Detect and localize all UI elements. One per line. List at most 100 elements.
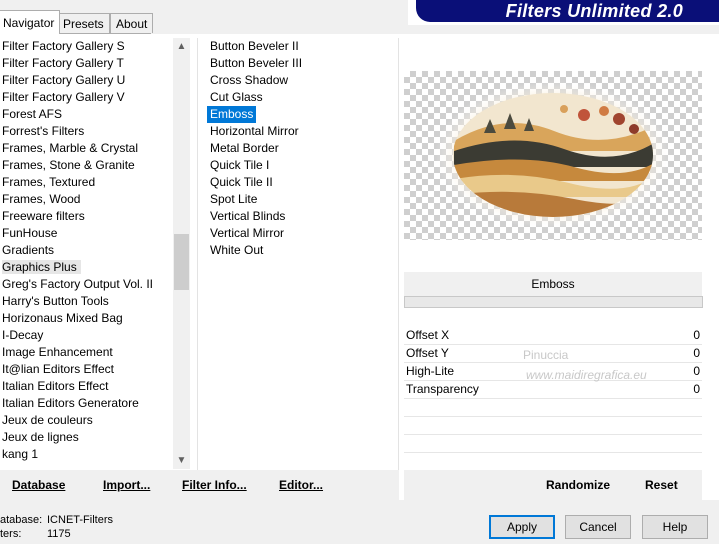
tab-navigator[interactable]: Navigator xyxy=(0,10,61,34)
category-label: Jeux de couleurs xyxy=(2,413,93,427)
category-label: Forest AFS xyxy=(2,107,63,121)
filter-item[interactable]: Horizontal Mirror xyxy=(207,123,305,140)
category-item[interactable]: Jeux de lignes xyxy=(0,429,172,446)
category-label: Italian Editors Effect xyxy=(2,379,109,393)
filter-item[interactable]: Emboss xyxy=(207,106,305,123)
category-item[interactable]: Freeware filters xyxy=(0,208,172,225)
category-scrollbar[interactable]: ▲ ▼ xyxy=(173,38,190,469)
category-item[interactable]: Frames, Wood xyxy=(0,191,172,208)
category-item[interactable]: Greg's Factory Output Vol. II xyxy=(0,276,172,293)
category-label: Jeux de lignes xyxy=(2,430,79,444)
category-item[interactable]: Forrest's Filters xyxy=(0,123,172,140)
category-label: Horizonaus Mixed Bag xyxy=(2,311,123,325)
category-item[interactable]: Harry's Button Tools xyxy=(0,293,172,310)
filter-item[interactable]: Vertical Mirror xyxy=(207,225,305,242)
category-item[interactable]: Italian Editors Effect xyxy=(0,378,172,395)
category-item[interactable]: Gradients xyxy=(0,242,172,259)
cancel-button[interactable]: Cancel xyxy=(565,515,631,539)
editor-button[interactable]: Editor... xyxy=(279,478,323,492)
filter-item[interactable]: Spot Lite xyxy=(207,191,305,208)
filter-label: Emboss xyxy=(207,106,257,123)
category-label: Greg's Factory Output Vol. II xyxy=(2,277,154,291)
category-item[interactable]: Frames, Stone & Granite xyxy=(0,157,172,174)
category-item[interactable]: Horizonaus Mixed Bag xyxy=(0,310,172,327)
category-label: Frames, Wood xyxy=(2,192,81,206)
param-empty-row xyxy=(404,435,702,453)
database-button[interactable]: Database xyxy=(12,478,65,492)
apply-button[interactable]: Apply xyxy=(489,515,555,539)
progress-bar xyxy=(404,296,703,308)
tab-presets[interactable]: Presets xyxy=(57,13,110,33)
category-item[interactable]: Frames, Textured xyxy=(0,174,172,191)
filter-item[interactable]: Quick Tile I xyxy=(207,157,305,174)
filter-title: Emboss xyxy=(404,272,702,296)
help-button[interactable]: Help xyxy=(642,515,708,539)
filter-item[interactable]: Cross Shadow xyxy=(207,72,305,89)
filter-label: Cross Shadow xyxy=(210,73,289,87)
database-value: ICNET-Filters xyxy=(47,514,113,526)
param-value[interactable]: 0 xyxy=(693,327,700,344)
reset-button[interactable]: Reset xyxy=(645,478,678,492)
filter-item[interactable]: Metal Border xyxy=(207,140,305,157)
import-button[interactable]: Import... xyxy=(103,478,150,492)
filter-label: Button Beveler III xyxy=(210,56,303,70)
filter-label: Quick Tile I xyxy=(210,158,270,172)
param-value[interactable]: 0 xyxy=(693,381,700,398)
watermark-name: Pinuccia xyxy=(523,348,569,362)
filter-label: White Out xyxy=(210,243,264,257)
filter-label: Button Beveler II xyxy=(210,39,299,53)
filter-label: Quick Tile II xyxy=(210,175,273,189)
filter-label: Spot Lite xyxy=(210,192,258,206)
scroll-down-icon[interactable]: ▼ xyxy=(173,452,190,469)
preview-image xyxy=(404,71,702,240)
category-item[interactable]: Filter Factory Gallery T xyxy=(0,55,172,72)
category-item[interactable]: Filter Factory Gallery S xyxy=(0,38,172,55)
scroll-up-icon[interactable]: ▲ xyxy=(173,38,190,55)
category-item[interactable]: kang 1 xyxy=(0,446,172,463)
category-list[interactable]: Filter Factory Gallery S Filter Factory G… xyxy=(0,38,172,463)
category-label: Freeware filters xyxy=(2,209,85,223)
param-row-transparency[interactable]: Transparency 0 xyxy=(404,381,702,399)
filter-label: Horizontal Mirror xyxy=(210,124,299,138)
param-value[interactable]: 0 xyxy=(693,345,700,362)
category-label: Harry's Button Tools xyxy=(2,294,109,308)
filter-item[interactable]: Cut Glass xyxy=(207,89,305,106)
category-label: It@lian Editors Effect xyxy=(2,362,115,376)
category-label: Italian Editors Generatore xyxy=(2,396,139,410)
param-row-offset-x[interactable]: Offset X 0 xyxy=(404,327,702,345)
category-item[interactable]: Frames, Marble & Crystal xyxy=(0,140,172,157)
tab-about[interactable]: About xyxy=(110,13,154,33)
category-label: Frames, Stone & Granite xyxy=(2,158,135,172)
param-empty-row xyxy=(404,399,702,417)
category-item[interactable]: Italian Editors Generatore xyxy=(0,395,172,412)
param-value[interactable]: 0 xyxy=(693,363,700,380)
category-item[interactable]: I-Decay xyxy=(0,327,172,344)
category-item[interactable]: Graphics Plus xyxy=(0,259,172,276)
param-label: Offset Y xyxy=(406,346,449,360)
category-item[interactable]: It@lian Editors Effect xyxy=(0,361,172,378)
category-label: Filter Factory Gallery S xyxy=(2,39,125,53)
category-item[interactable]: Filter Factory Gallery V xyxy=(0,89,172,106)
category-label: Gradients xyxy=(2,243,55,257)
filter-info-button[interactable]: Filter Info... xyxy=(182,478,247,492)
category-label: Frames, Marble & Crystal xyxy=(2,141,139,155)
category-item[interactable]: Jeux de couleurs xyxy=(0,412,172,429)
filter-item[interactable]: Button Beveler II xyxy=(207,38,305,55)
category-item[interactable]: Filter Factory Gallery U xyxy=(0,72,172,89)
filter-list[interactable]: Button Beveler II Button Beveler III Cross… xyxy=(207,38,305,259)
panel-divider xyxy=(398,38,399,470)
filter-item[interactable]: Quick Tile II xyxy=(207,174,305,191)
category-item[interactable]: FunHouse xyxy=(0,225,172,242)
filters-count-value: 1175 xyxy=(47,528,71,540)
randomize-button[interactable]: Randomize xyxy=(546,478,610,492)
category-item[interactable]: Image Enhancement xyxy=(0,344,172,361)
banner-title: Filters Unlimited 2.0 xyxy=(505,1,683,21)
scroll-thumb[interactable] xyxy=(174,234,189,290)
category-item[interactable]: Forest AFS xyxy=(0,106,172,123)
filter-item[interactable]: Vertical Blinds xyxy=(207,208,305,225)
filter-item[interactable]: Button Beveler III xyxy=(207,55,305,72)
header-banner: Filters Unlimited 2.0 xyxy=(408,0,719,25)
category-label: Graphics Plus xyxy=(2,260,81,274)
param-label: High-Lite xyxy=(406,364,455,378)
filter-item[interactable]: White Out xyxy=(207,242,305,259)
